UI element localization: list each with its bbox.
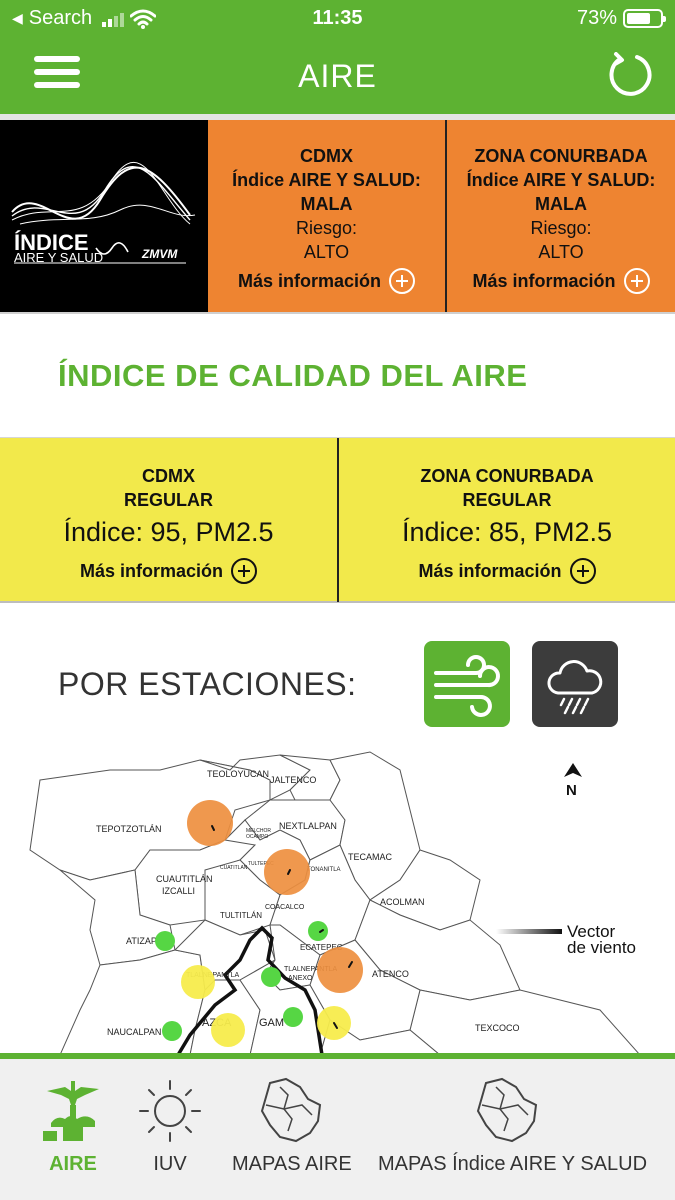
card-risk: ALTO [303,242,350,262]
label-naucalpan: NAUCALPAN [107,1027,161,1037]
rain-cloud-icon [547,660,603,715]
wind-icon [434,655,500,717]
stations-map[interactable]: TEOLOYUCAN JALTENCO TEPOTZOTLÁN NEXTLALP… [0,745,675,1055]
tab-mapas-aire[interactable]: MAPAS AIRE [232,1075,352,1176]
label-cuautitlan-izcalli-2: IZCALLI [162,886,195,896]
more-info-label: Más información [237,270,382,291]
label-acolman: ACOLMAN [380,897,425,907]
label-cuautitlan-izcalli-1: CUAUTITLÁN [156,874,213,884]
label-tecamac: TECAMAC [348,852,393,862]
more-info-label: Más información [79,560,224,581]
wind-layer-button[interactable] [424,641,510,727]
tab-label: MAPAS Índice AIRE Y SALUD [378,1153,648,1175]
label-teoloyucan: TEOLOYUCAN [207,769,269,779]
card-index: Índice: 85, PM2.5 [401,517,613,547]
label-tultitlan: TULTITLÁN [220,911,262,920]
card-status: MALA [535,194,587,214]
indice-aire-salud-logo: ÍNDICE AIRE Y SALUD ZMVM [0,120,208,312]
battery-percent: 73% [576,7,617,29]
label-atenco: ATENCO [372,969,409,979]
label-nextlalpan: NEXTLALPAN [279,821,337,831]
label-tonanitla: TONANITLA [307,867,341,873]
card-status: REGULAR [124,490,213,510]
station-green[interactable] [308,921,328,941]
card-region: ZONA CONURBADA [474,146,648,166]
battery-status: 73% [576,7,666,30]
label-coacalco: COACALCO [265,904,305,911]
aire-salud-card-zona[interactable]: ZONA CONURBADA Índice AIRE Y SALUD: MALA… [445,120,675,312]
tab-label: MAPAS AIRE [232,1153,352,1175]
station-green[interactable] [162,1021,182,1041]
bottom-tab-bar: AIRE IUV MAPAS AIRE MAPAS Índice AIRE Y … [0,1053,675,1200]
more-info-label: Más información [418,560,562,581]
card-region: ZONA CONURBADA [420,466,594,486]
station-green[interactable] [261,967,281,987]
label-tlalnepantla-anexo-2: ANEXO [288,975,313,982]
refresh-icon[interactable] [607,52,653,98]
battery-icon [623,9,666,28]
label-cuautitlan: CUATITLAN [220,865,248,871]
station-orange[interactable] [187,800,233,846]
station-yellow[interactable] [211,1013,245,1047]
aire-salud-card-cdmx[interactable]: CDMX Índice AIRE Y SALUD: MALA Riesgo: A… [208,120,445,312]
more-info-button[interactable]: Más información [0,558,337,584]
clock: 11:35 [312,7,363,29]
angel-monument-icon [43,1081,99,1141]
section-title-calidad: ÍNDICE DE CALIDAD DEL AIRE [58,358,528,393]
map-svg: TEOLOYUCAN JALTENCO TEPOTZOTLÁN NEXTLALP… [29,751,641,1055]
tab-mapas-indice[interactable]: MAPAS Índice AIRE Y SALUD [378,1075,648,1176]
more-info-label: Más información [472,270,616,291]
logo-waves-icon: ÍNDICE AIRE Y SALUD ZMVM [11,162,196,265]
label-tepotzotlan: TEPOTZOTLÁN [96,824,162,834]
label-gam: GAM [259,1017,284,1029]
card-index: Índice: 95, PM2.5 [63,517,274,547]
calidad-card-zona[interactable]: ZONA CONURBADA REGULAR Índice: 85, PM2.5… [337,438,675,602]
more-info-button[interactable]: Más información [447,268,675,294]
calidad-aire-panel: CDMX REGULAR Índice: 95, PM2.5 Más infor… [0,437,675,603]
rain-layer-button[interactable] [532,641,618,727]
status-bar: ◀ Search 11:35 73% [0,0,675,40]
more-info-button[interactable]: Más información [339,558,675,584]
station-green[interactable] [283,1007,303,1027]
label-jaltenco: JALTENCO [270,775,316,785]
station-green[interactable] [155,931,175,951]
station-orange[interactable] [317,947,363,993]
logo-line3: ZMVM [141,247,178,261]
tab-iuv[interactable]: IUV [136,1075,204,1176]
wind-vector-legend-icon [496,929,562,934]
station-yellow[interactable] [181,965,215,999]
north-label: N [566,782,577,799]
more-info-button[interactable]: Más información [208,268,445,294]
logo-line2: AIRE Y SALUD [14,250,103,265]
label-texcoco: TEXCOCO [475,1023,520,1033]
card-region: CDMX [142,466,195,486]
card-risk-label: Riesgo: [295,218,358,238]
map-outline-icon [260,1077,322,1143]
station-orange[interactable] [264,849,310,895]
page-title: AIRE [298,58,377,94]
legend-line2: de viento [567,938,636,957]
plus-circle-icon [389,268,416,294]
card-status: REGULAR [462,490,552,510]
plus-circle-icon [569,558,596,584]
card-risk: ALTO [538,242,584,262]
stations-label: POR ESTACIONES: [58,666,357,702]
plus-circle-icon [231,558,258,584]
card-label: Índice AIRE Y SALUD: [232,170,421,190]
tab-label: AIRE [49,1153,97,1175]
north-arrow-icon: N [564,763,582,799]
plus-circle-icon [623,268,650,294]
card-risk-label: Riesgo: [530,218,592,238]
map-outline-icon [476,1077,538,1143]
calidad-card-cdmx[interactable]: CDMX REGULAR Índice: 95, PM2.5 Más infor… [0,438,337,602]
card-region: CDMX [300,146,353,166]
aire-salud-panel: ÍNDICE AIRE Y SALUD ZMVM CDMX Índice AIR… [0,120,675,314]
tab-label: IUV [153,1153,187,1175]
card-label: Índice AIRE Y SALUD: [466,170,656,190]
sun-icon [139,1080,201,1142]
app-bar: AIRE [0,40,675,114]
card-status: MALA [300,194,353,214]
label-ocampo: OCAMPO [246,834,268,840]
tab-aire[interactable]: AIRE [38,1075,108,1176]
